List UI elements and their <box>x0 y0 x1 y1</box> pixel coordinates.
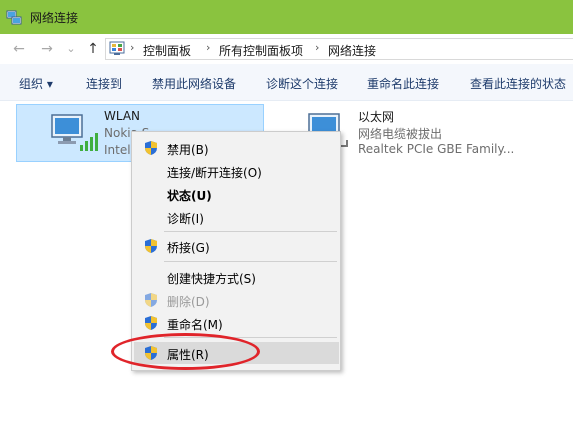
menu-separator <box>164 261 337 262</box>
window-title: 网络连接 <box>30 11 79 25</box>
connection-status: 网络电缆被拔出 <box>358 127 443 141</box>
menu-item-label: 重命名(M) <box>167 318 223 332</box>
breadcrumb-separator: › <box>206 41 211 54</box>
rename-button[interactable]: 重命名此连接 <box>367 75 439 92</box>
view-status-button[interactable]: 查看此连接的状态 <box>470 75 566 92</box>
disable-device-button[interactable]: 禁用此网络设备 <box>152 75 236 92</box>
network-connections-icon <box>6 10 22 25</box>
connection-adapter: Realtek PCIe GBE Family... <box>358 142 515 156</box>
menu-item-label: 禁用(B) <box>167 143 209 157</box>
recent-locations-dropdown[interactable]: ⌄ <box>62 40 80 58</box>
command-toolbar: 组织 ▾ 连接到 禁用此网络设备 诊断这个连接 重命名此连接 查看此连接的状态 <box>0 64 573 101</box>
menu-item-delete: 删除(D) <box>134 289 339 311</box>
uac-shield-icon <box>145 293 157 307</box>
organize-menu[interactable]: 组织 ▾ <box>19 75 53 92</box>
uac-shield-icon <box>145 316 157 330</box>
connection-name: WLAN <box>104 109 141 123</box>
breadcrumb-all-items[interactable]: 所有控制面板项 <box>219 42 303 59</box>
menu-item-bridge[interactable]: 桥接(G) <box>134 235 339 257</box>
control-panel-icon <box>109 41 125 55</box>
menu-item-create-shortcut[interactable]: 创建快捷方式(S) <box>134 266 339 288</box>
menu-item-connect-disconnect[interactable]: 连接/断开连接(O) <box>134 160 339 182</box>
forward-button[interactable]: → <box>38 40 56 58</box>
menu-item-label: 删除(D) <box>167 295 210 309</box>
breadcrumb-control-panel[interactable]: 控制面板 <box>143 42 191 59</box>
menu-item-status[interactable]: 状态(U) <box>134 183 339 205</box>
menu-item-disable[interactable]: 禁用(B) <box>134 137 339 159</box>
address-box[interactable]: › 控制面板 › 所有控制面板项 › 网络连接 <box>105 38 573 60</box>
uac-shield-icon <box>145 141 157 155</box>
connection-name: 以太网 <box>358 110 395 124</box>
menu-item-label: 诊断(I) <box>167 212 204 226</box>
menu-item-label: 连接/断开连接(O) <box>167 166 262 180</box>
menu-separator <box>164 231 337 232</box>
breadcrumb-separator: › <box>130 41 135 54</box>
breadcrumb-separator: › <box>315 41 320 54</box>
menu-item-rename[interactable]: 重命名(M) <box>134 312 339 334</box>
title-bar: 网络连接 <box>0 0 573 34</box>
back-button[interactable]: ← <box>10 40 28 58</box>
diagnose-button[interactable]: 诊断这个连接 <box>266 75 338 92</box>
breadcrumb-network-connections[interactable]: 网络连接 <box>328 42 376 59</box>
wifi-adapter-icon <box>51 114 98 151</box>
address-bar: ← → ⌄ ↑ › 控制面板 › 所有控制面板项 › 网络连接 <box>0 34 573 64</box>
menu-item-label: 状态(U) <box>167 189 212 203</box>
menu-item-label: 创建快捷方式(S) <box>167 272 256 286</box>
menu-item-label: 桥接(G) <box>167 241 210 255</box>
up-button[interactable]: ↑ <box>84 40 102 58</box>
uac-shield-icon <box>145 239 157 253</box>
annotation-circle <box>111 333 260 370</box>
menu-item-diagnose[interactable]: 诊断(I) <box>134 206 339 228</box>
connection-adapter: Intel <box>104 143 131 157</box>
connect-to-button[interactable]: 连接到 <box>86 75 122 92</box>
